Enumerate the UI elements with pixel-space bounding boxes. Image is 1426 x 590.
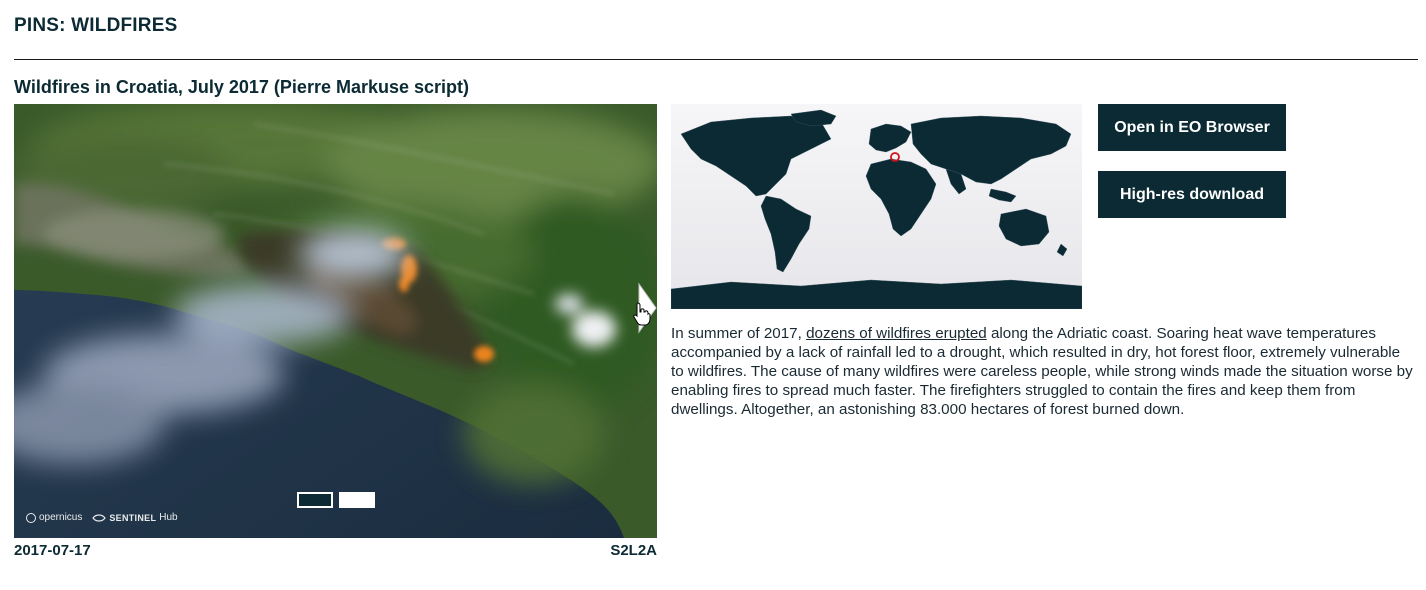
divider xyxy=(14,59,1418,60)
hub-logo-text: Hub xyxy=(159,512,178,523)
pin-date: 2017-07-17 xyxy=(14,542,91,559)
satellite-image[interactable]: opernicus SENTINEL Hub xyxy=(14,104,657,538)
hand-cursor-icon xyxy=(633,302,651,326)
slide-pager xyxy=(297,492,375,508)
page-title: PINS: WILDFIRES xyxy=(14,15,178,36)
copernicus-sentinel-hub-logo: opernicus SENTINEL Hub xyxy=(26,512,178,523)
sentinel-logo-text: SENTINEL xyxy=(109,512,157,523)
pin-sensor: S2L2A xyxy=(610,542,657,559)
high-res-download-button[interactable]: High-res download xyxy=(1098,171,1286,218)
location-minimap xyxy=(671,104,1082,309)
world-map xyxy=(671,104,1082,309)
description-text-before: In summer of 2017, xyxy=(671,325,807,342)
wildfires-article-link[interactable]: dozens of wildfires erupted xyxy=(806,325,987,342)
copernicus-logo-text: opernicus xyxy=(39,512,83,523)
antarctica xyxy=(671,279,1082,309)
slide-dot-2[interactable] xyxy=(339,492,375,508)
pin-description: In summer of 2017, dozens of wildfires e… xyxy=(671,324,1413,419)
slide-dot-1[interactable] xyxy=(297,492,333,508)
copernicus-logo-icon xyxy=(26,512,36,523)
sentinel-hub-icon xyxy=(92,513,107,522)
pin-title: Wildfires in Croatia, July 2017 (Pierre … xyxy=(14,77,470,97)
open-in-eo-browser-button[interactable]: Open in EO Browser xyxy=(1098,104,1286,151)
satellite-image-graphic xyxy=(14,104,657,538)
